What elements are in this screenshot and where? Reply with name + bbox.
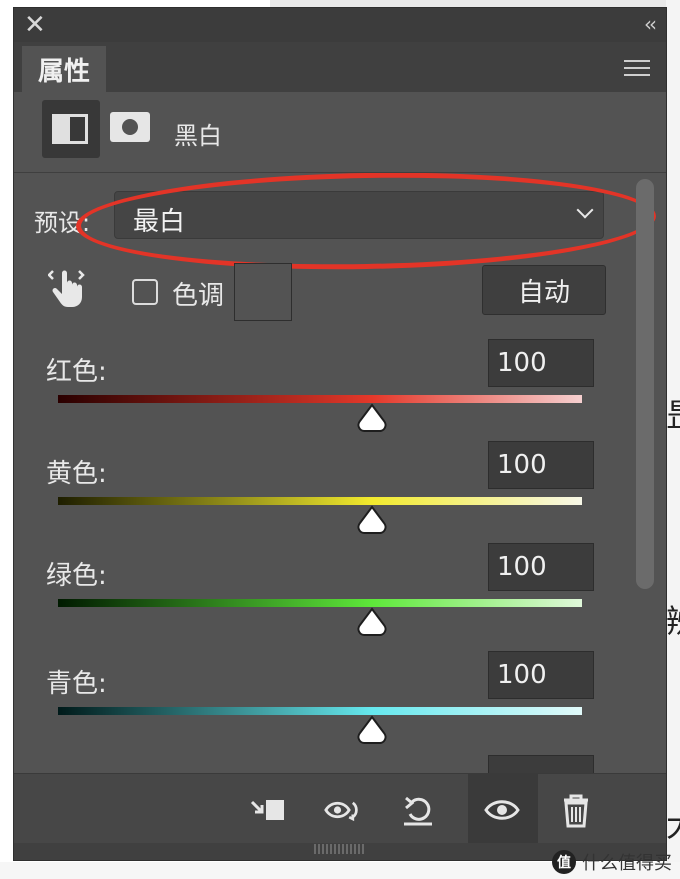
slider-thumb[interactable] <box>357 403 387 433</box>
layer-mask-icon[interactable] <box>110 112 150 142</box>
clip-to-layer-icon[interactable] <box>250 792 286 828</box>
targeted-adjustment-hand-icon[interactable] <box>48 265 88 309</box>
close-icon[interactable]: ✕ <box>24 10 46 40</box>
tint-checkbox[interactable] <box>132 279 158 305</box>
hamburger-menu-icon[interactable] <box>624 60 650 76</box>
panel-footer <box>14 773 666 844</box>
background-text-fragment: 辨 <box>666 596 680 642</box>
slider-thumb[interactable] <box>357 607 387 637</box>
visibility-eye-icon[interactable] <box>484 792 520 828</box>
slider-value-input[interactable] <box>488 755 594 773</box>
auto-button[interactable]: 自动 <box>482 265 606 315</box>
background-document-right: 昰 辨 大 <box>666 0 680 879</box>
red-highlight-circle <box>75 173 657 275</box>
tint-label: 色调 <box>172 281 225 311</box>
slider-color-ramp[interactable] <box>58 599 582 607</box>
panel-tabbar: 属性 <box>14 42 666 92</box>
panel-titlebar: ✕ ‹‹ <box>14 8 666 42</box>
adjustment-header: 黑白 <box>14 92 666 173</box>
slider-row: 绿色: 100 <box>14 543 666 657</box>
watermark-text: 什么值得买 <box>582 853 672 874</box>
trash-icon[interactable] <box>558 792 594 828</box>
slider-value-input[interactable]: 100 <box>488 543 594 591</box>
slider-label: 青色: <box>46 669 107 699</box>
watermark: 值 什么值得买 <box>552 849 672 875</box>
slider-row: 青色: 100 <box>14 651 666 765</box>
slider-label: 红色: <box>46 357 107 387</box>
reset-icon[interactable] <box>400 792 436 828</box>
slider-thumb[interactable] <box>357 715 387 745</box>
scrollbar[interactable] <box>632 177 658 767</box>
slider-color-ramp[interactable] <box>58 395 582 403</box>
background-text-fragment: 昰 <box>666 390 680 436</box>
tint-color-swatch[interactable] <box>234 263 292 321</box>
tab-properties[interactable]: 属性 <box>22 46 106 92</box>
watermark-logo: 值 <box>552 850 576 874</box>
slider-value-input[interactable]: 100 <box>488 651 594 699</box>
adjustment-controls: 预设: 最白 色调 自动 红色:100黄色:100绿色:100青色:100蓝色: <box>14 173 666 773</box>
background-text-fragment: 大 <box>666 800 680 846</box>
slider-value-input[interactable]: 100 <box>488 441 594 489</box>
slider-color-ramp[interactable] <box>58 497 582 505</box>
view-previous-state-icon[interactable] <box>324 792 360 828</box>
slider-row: 红色: 100 <box>14 339 666 453</box>
slider-thumb[interactable] <box>357 505 387 535</box>
slider-label: 绿色: <box>46 561 107 591</box>
scrollbar-thumb[interactable] <box>636 179 654 589</box>
slider-label: 黄色: <box>46 459 107 489</box>
slider-row: 黄色: 100 <box>14 441 666 555</box>
adjustment-name: 黑白 <box>174 122 222 150</box>
properties-panel: ✕ ‹‹ 属性 黑白 预设: 最白 色调 自动 红色: 100 黄色: 100 绿色: 1… <box>14 8 666 860</box>
resize-grip[interactable] <box>314 844 366 854</box>
double-chevron-left-icon[interactable]: ‹‹ <box>644 12 657 36</box>
slider-color-ramp[interactable] <box>58 707 582 715</box>
black-white-adjustment-icon[interactable] <box>42 100 100 158</box>
slider-value-input[interactable]: 100 <box>488 339 594 387</box>
